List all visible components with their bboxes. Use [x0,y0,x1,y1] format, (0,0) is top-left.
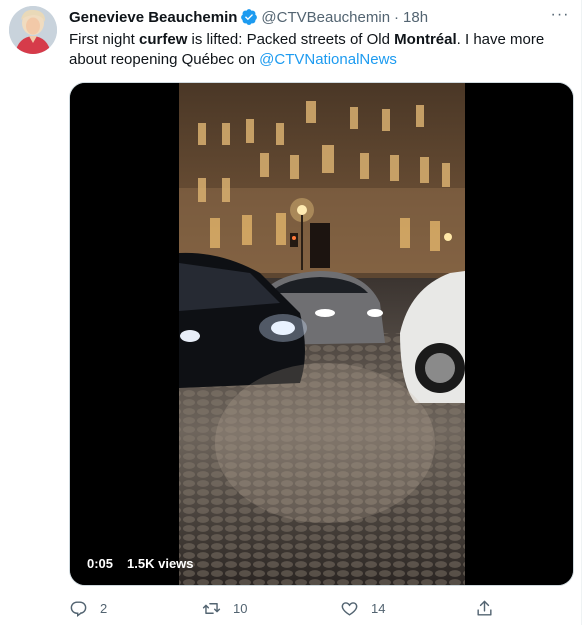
text-part: is lifted: Packed streets of Old [187,31,395,48]
like-button[interactable]: 14 [340,596,385,620]
like-icon [341,601,358,616]
retweet-count: 10 [233,600,248,616]
like-count: 14 [371,600,386,616]
hashtag-montreal: Montréal [394,31,457,48]
video-frame [70,83,573,585]
video-views: 1.5K views [127,556,194,571]
retweet-button[interactable]: 10 [202,596,247,620]
reply-button[interactable]: 2 [69,596,107,620]
video-duration: 0:05 [87,556,114,571]
tweet-header: Genevieve Beauchemin @CTVBeauchemin · 18… [69,7,571,27]
tweet-actions: 2 10 14 [69,596,499,620]
timestamp[interactable]: 18h [403,9,428,26]
mention-link[interactable]: @CTVNationalNews [259,51,397,68]
separator: · [394,8,400,26]
more-label: ··· [550,6,570,23]
hashtag-curfew: curfew [139,31,188,48]
video-player[interactable]: 0:05 1.5K views [69,82,574,586]
video-overlay: 0:05 1.5K views [87,556,194,571]
author-handle[interactable]: @CTVBeauchemin [261,9,390,26]
text-part: First night [69,31,140,48]
reply-count: 2 [100,600,108,616]
more-icon[interactable]: ··· [549,4,571,26]
retweet-icon [202,602,221,614]
reply-icon [70,600,87,617]
share-button[interactable] [475,596,494,620]
avatar[interactable] [9,6,57,54]
verified-badge-icon [241,9,258,25]
tweet-card[interactable]: Genevieve Beauchemin @CTVBeauchemin · 18… [0,0,582,625]
share-icon [477,600,492,616]
tweet-text: First night curfew is lifted: Packed str… [69,30,569,70]
author-name[interactable]: Genevieve Beauchemin [69,9,237,26]
